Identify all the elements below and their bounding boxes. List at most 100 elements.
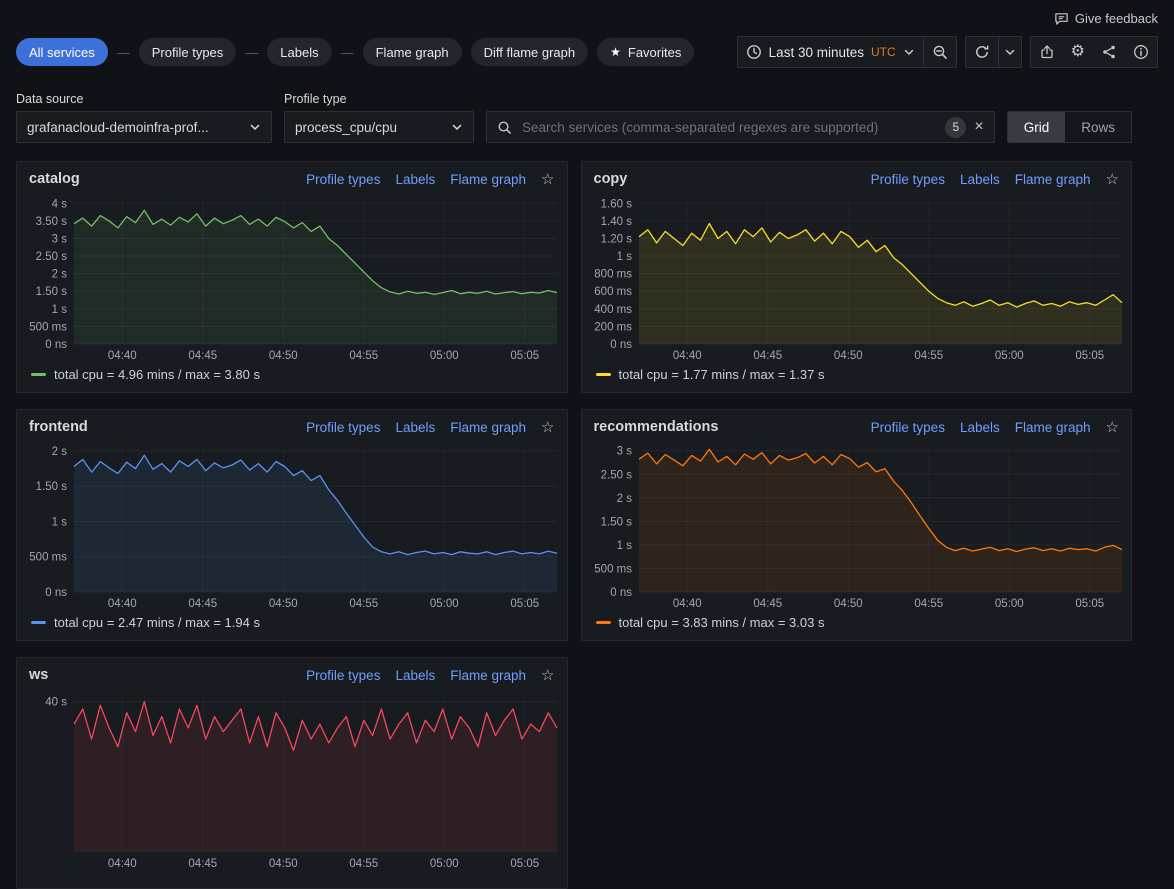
tab-favorites[interactable]: ★ Favorites	[597, 38, 694, 66]
svg-text:1.20 s: 1.20 s	[600, 234, 632, 246]
export-button[interactable]	[1031, 37, 1063, 67]
panel-link-profile-types[interactable]: Profile types	[306, 172, 380, 187]
cpu-usage-chart[interactable]: 3 s2.50 s2 s1.50 s1 s500 ms0 ns04:4004:4…	[582, 438, 1132, 612]
settings-button[interactable]: ⚙	[1063, 37, 1093, 67]
svg-text:400 ms: 400 ms	[594, 304, 632, 316]
refresh-button[interactable]	[966, 37, 998, 67]
refresh-group	[965, 36, 1022, 68]
svg-text:1.50 s: 1.50 s	[600, 516, 632, 528]
svg-text:0 ns: 0 ns	[45, 339, 67, 351]
legend-label[interactable]: total cpu = 4.96 mins / max = 3.80 s	[54, 367, 260, 382]
favorite-star-icon[interactable]: ☆	[541, 170, 554, 188]
svg-text:05:05: 05:05	[510, 350, 539, 362]
cpu-usage-chart[interactable]: 1.60 s1.40 s1.20 s1 s800 ms600 ms400 ms2…	[582, 190, 1132, 364]
favorite-star-icon[interactable]: ☆	[541, 666, 554, 684]
svg-text:04:40: 04:40	[108, 598, 137, 610]
favorite-star-icon[interactable]: ☆	[541, 418, 554, 436]
svg-text:04:45: 04:45	[188, 858, 217, 870]
profile-type-label: Profile type	[284, 92, 474, 106]
info-button[interactable]	[1125, 37, 1157, 67]
layout-toggle: Grid Rows	[1007, 111, 1132, 143]
favorite-star-icon[interactable]: ☆	[1106, 418, 1119, 436]
tab-diff-flame-graph[interactable]: Diff flame graph	[471, 38, 589, 66]
legend-label[interactable]: total cpu = 1.77 mins / max = 1.37 s	[619, 367, 825, 382]
panel-link-profile-types[interactable]: Profile types	[306, 668, 380, 683]
panel-link-flame-graph[interactable]: Flame graph	[1015, 172, 1091, 187]
legend-swatch	[596, 621, 611, 624]
panel-title: copy	[594, 171, 628, 187]
svg-text:200 ms: 200 ms	[594, 321, 632, 333]
svg-text:04:40: 04:40	[672, 598, 701, 610]
panel-link-labels[interactable]: Labels	[395, 172, 435, 187]
give-feedback-label: Give feedback	[1075, 11, 1158, 26]
svg-text:04:40: 04:40	[108, 350, 137, 362]
svg-text:04:50: 04:50	[269, 350, 298, 362]
layout-grid-option[interactable]: Grid	[1008, 112, 1066, 142]
cpu-usage-chart[interactable]: 4 s3.50 s3 s2.50 s2 s1.50 s1 s500 ms0 ns…	[17, 190, 567, 364]
time-range-picker[interactable]: Last 30 minutes UTC	[738, 37, 923, 67]
svg-text:800 ms: 800 ms	[594, 269, 632, 281]
chevron-down-icon	[903, 46, 915, 58]
service-panel-ws: ws Profile types Labels Flame graph ☆ 40…	[16, 657, 568, 889]
legend-label[interactable]: total cpu = 2.47 mins / max = 1.94 s	[54, 615, 260, 630]
legend-swatch	[596, 373, 611, 376]
svg-text:500 ms: 500 ms	[29, 321, 67, 333]
panel-actions-group: ⚙	[1030, 36, 1158, 68]
svg-text:1.50 s: 1.50 s	[36, 286, 68, 298]
svg-text:3 s: 3 s	[52, 234, 68, 246]
svg-text:04:50: 04:50	[833, 350, 862, 362]
svg-text:04:40: 04:40	[108, 858, 137, 870]
tab-flame-graph[interactable]: Flame graph	[363, 38, 462, 66]
svg-text:2 s: 2 s	[52, 446, 68, 458]
filters-bar: Data source grafanacloud-demoinfra-prof.…	[0, 68, 1174, 143]
legend-swatch	[31, 373, 46, 376]
comment-bubble-icon	[1054, 11, 1069, 26]
panel-link-labels[interactable]: Labels	[395, 668, 435, 683]
profile-type-select[interactable]: process_cpu/cpu	[284, 111, 474, 143]
nav-tabs: All services — Profile types — Labels — …	[16, 38, 694, 66]
svg-text:05:05: 05:05	[510, 858, 539, 870]
search-input[interactable]	[520, 119, 937, 136]
give-feedback-button[interactable]: Give feedback	[1054, 11, 1158, 26]
panel-link-flame-graph[interactable]: Flame graph	[450, 420, 526, 435]
data-source-select[interactable]: grafanacloud-demoinfra-prof...	[16, 111, 272, 143]
panel-link-profile-types[interactable]: Profile types	[871, 420, 945, 435]
layout-rows-option[interactable]: Rows	[1065, 112, 1131, 142]
svg-text:04:55: 04:55	[349, 598, 378, 610]
svg-text:04:55: 04:55	[914, 598, 943, 610]
panel-link-flame-graph[interactable]: Flame graph	[450, 172, 526, 187]
tab-profile-types[interactable]: Profile types	[139, 38, 237, 66]
panel-link-flame-graph[interactable]: Flame graph	[1015, 420, 1091, 435]
tab-all-services[interactable]: All services	[16, 38, 108, 66]
cpu-usage-chart[interactable]: 40 s04:4004:4504:5004:5505:0005:05	[17, 686, 567, 872]
favorite-star-icon[interactable]: ☆	[1106, 170, 1119, 188]
refresh-interval-dropdown[interactable]	[998, 37, 1021, 67]
time-range-label: Last 30 minutes	[769, 45, 864, 60]
panel-link-flame-graph[interactable]: Flame graph	[450, 668, 526, 683]
panel-title: catalog	[29, 171, 80, 187]
search-result-count-badge: 5	[945, 117, 966, 138]
svg-text:1.60 s: 1.60 s	[600, 198, 632, 210]
svg-text:2 s: 2 s	[616, 493, 632, 505]
tab-labels[interactable]: Labels	[267, 38, 331, 66]
panel-link-labels[interactable]: Labels	[960, 420, 1000, 435]
legend-label[interactable]: total cpu = 3.83 mins / max = 3.03 s	[619, 615, 825, 630]
toolbar: All services — Profile types — Labels — …	[0, 28, 1174, 68]
svg-text:1 s: 1 s	[616, 540, 632, 552]
svg-text:04:50: 04:50	[269, 598, 298, 610]
svg-text:04:45: 04:45	[188, 598, 217, 610]
zoom-out-button[interactable]	[923, 37, 956, 67]
svg-text:600 ms: 600 ms	[594, 286, 632, 298]
svg-text:04:55: 04:55	[349, 858, 378, 870]
clear-search-icon[interactable]: ×	[974, 119, 983, 135]
cpu-usage-chart[interactable]: 2 s1.50 s1 s500 ms0 ns04:4004:4504:5004:…	[17, 438, 567, 612]
svg-text:05:05: 05:05	[510, 598, 539, 610]
panel-link-labels[interactable]: Labels	[960, 172, 1000, 187]
data-source-field: Data source grafanacloud-demoinfra-prof.…	[16, 92, 272, 143]
panel-link-profile-types[interactable]: Profile types	[871, 172, 945, 187]
svg-text:05:05: 05:05	[1075, 598, 1104, 610]
panel-link-profile-types[interactable]: Profile types	[306, 420, 380, 435]
tab-separator: —	[245, 45, 258, 60]
panel-link-labels[interactable]: Labels	[395, 420, 435, 435]
share-button[interactable]	[1093, 37, 1125, 67]
